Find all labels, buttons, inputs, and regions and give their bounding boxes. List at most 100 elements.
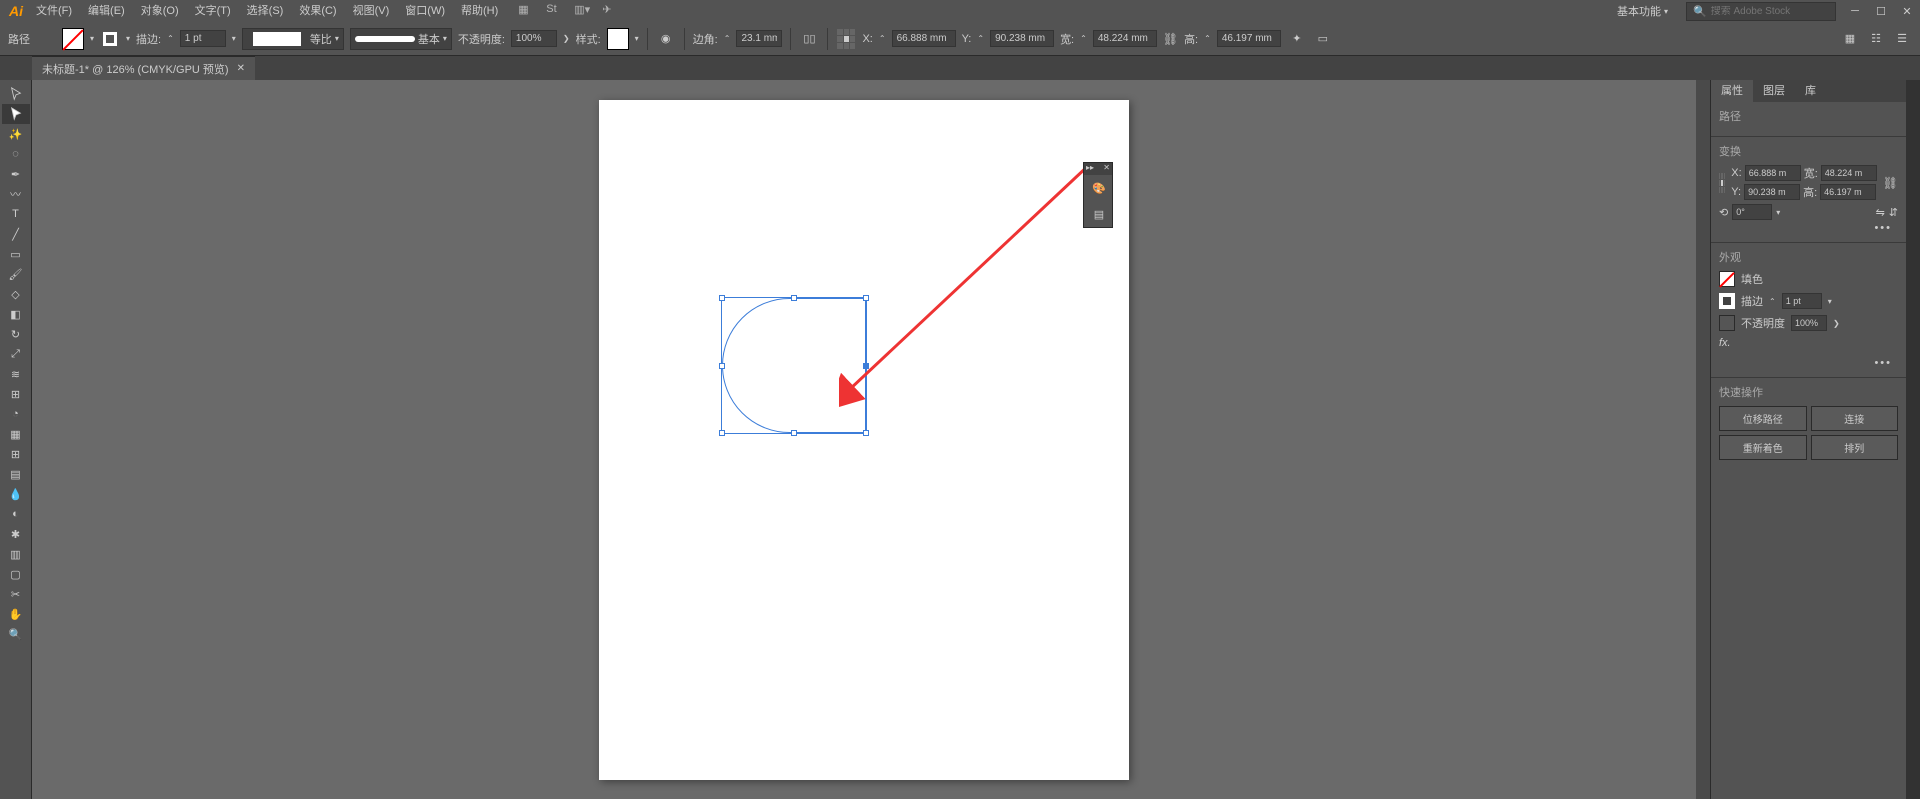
direct-selection-tool[interactable] [2,104,30,124]
options-icon[interactable]: ☰ [1892,29,1912,49]
panel-stroke-swatch[interactable] [1719,293,1735,309]
gradient-tool[interactable]: ▤ [2,464,30,484]
maximize-button[interactable]: ☐ [1872,4,1890,18]
x-input[interactable] [892,30,956,47]
menu-help[interactable]: 帮助(H) [453,0,506,22]
variable-width-profile[interactable]: 等比 ▾ [242,28,344,50]
pen-tool[interactable]: ✒ [2,164,30,184]
shape-builder-tool[interactable]: ◔ [2,404,30,424]
h-stepper[interactable]: ⌃ [1204,34,1211,43]
menu-file[interactable]: 文件(F) [28,0,80,22]
stroke-swatch-dropdown[interactable]: ▾ [126,34,130,43]
tab-libraries[interactable]: 库 [1795,80,1826,102]
rectangle-tool[interactable]: ▭ [2,244,30,264]
menu-view[interactable]: 视图(V) [345,0,398,22]
stroke-swatch[interactable] [100,29,120,49]
edit-icon[interactable]: ☷ [1866,29,1886,49]
lock-proportions-icon[interactable]: ⛓ [1883,176,1898,190]
close-icon[interactable]: ✕ [1103,163,1110,175]
x-stepper[interactable]: ⌃ [879,34,886,43]
handle-br[interactable] [863,430,869,436]
panel-x-input[interactable] [1745,165,1801,181]
lasso-tool[interactable]: ◌ [2,144,30,164]
constrain-proportions-icon[interactable]: ⛓ [1163,32,1178,46]
fill-swatch-dropdown[interactable]: ▾ [90,34,94,43]
minimize-button[interactable]: ─ [1846,4,1864,18]
h-input[interactable] [1217,30,1281,47]
brush-definition[interactable]: 基本 ▾ [350,28,452,50]
fill-swatch[interactable] [62,28,84,50]
recolor-artwork-icon[interactable]: ◉ [656,29,676,49]
properties-panel-icon[interactable]: ▤ [1084,201,1114,227]
menu-window[interactable]: 窗口(W) [397,0,453,22]
curvature-tool[interactable]: 〰 [2,184,30,204]
corner-radius-input[interactable] [736,30,782,47]
workspace-switcher[interactable]: 基本功能 ▾ [1607,3,1678,19]
symbol-sprayer-tool[interactable]: ✱ [2,524,30,544]
free-transform-tool[interactable]: ⊞ [2,384,30,404]
panel-opacity-input[interactable] [1791,315,1827,331]
transform-icon[interactable]: ▭ [1313,29,1333,49]
close-window-button[interactable]: ✕ [1898,4,1916,18]
perspective-grid-tool[interactable]: ▦ [2,424,30,444]
align-icon[interactable]: ▯▯ [799,29,819,49]
width-tool[interactable]: ≋ [2,364,30,384]
blend-tool[interactable]: ◐ [2,504,30,524]
join-button[interactable]: 连接 [1811,406,1899,431]
rotate-dropdown[interactable]: ▾ [1776,208,1780,217]
artboard[interactable]: ▸▸✕ 🎨 ▤ [599,100,1129,780]
handle-ml[interactable] [719,363,725,369]
isolate-icon[interactable]: ▦ [1840,29,1860,49]
eyedropper-tool[interactable]: 💧 [2,484,30,504]
arrange-button[interactable]: 排列 [1811,435,1899,460]
canvas[interactable]: ▸▸✕ 🎨 ▤ [32,80,1696,799]
flip-vertical-icon[interactable]: ⇵ [1889,206,1898,219]
floating-panel[interactable]: ▸▸✕ 🎨 ▤ [1083,162,1113,228]
color-panel-icon[interactable]: 🎨 [1084,175,1114,201]
type-tool[interactable]: T [2,204,30,224]
menu-effect[interactable]: 效果(C) [291,0,344,22]
hand-tool[interactable]: ✋ [2,604,30,624]
stroke-weight-down[interactable]: ⌃ [167,34,174,43]
offset-path-button[interactable]: 位移路径 [1719,406,1807,431]
rotate-tool[interactable]: ↻ [2,324,30,344]
column-graph-tool[interactable]: ▥ [2,544,30,564]
selected-path[interactable] [721,297,867,434]
stroke-weight-input[interactable] [180,30,226,47]
panel-w-input[interactable] [1821,165,1877,181]
panel-h-input[interactable] [1820,184,1876,200]
recolor-button[interactable]: 重新着色 [1719,435,1807,460]
panel-stroke-input[interactable] [1782,293,1822,309]
slice-tool[interactable]: ✂ [2,584,30,604]
reference-point-icon[interactable] [836,29,856,49]
transform-more-icon[interactable]: ••• [1719,220,1898,236]
appearance-more-icon[interactable]: ••• [1719,355,1898,371]
stroke-weight-dropdown[interactable]: ▾ [232,34,236,43]
w-input[interactable] [1093,30,1157,47]
search-input[interactable] [1711,6,1829,17]
eraser-tool[interactable]: ◧ [2,304,30,324]
panel-opacity-swatch[interactable] [1719,315,1735,331]
tab-layers[interactable]: 图层 [1753,80,1795,102]
y-input[interactable] [990,30,1054,47]
handle-tl[interactable] [719,295,725,301]
arrange-documents-icon[interactable]: ▥▾ [574,3,590,19]
menu-select[interactable]: 选择(S) [239,0,292,22]
selection-tool[interactable] [2,84,30,104]
w-stepper[interactable]: ⌃ [1080,34,1087,43]
panel-fill-swatch[interactable] [1719,271,1735,287]
gpu-icon[interactable]: ✈ [602,3,618,19]
line-tool[interactable]: ╱ [2,224,30,244]
magic-wand-tool[interactable]: ✨ [2,124,30,144]
menu-type[interactable]: 文字(T) [187,0,239,22]
style-dropdown[interactable]: ▾ [635,34,639,43]
mesh-tool[interactable]: ⊞ [2,444,30,464]
flip-horizontal-icon[interactable]: ⇋ [1876,206,1885,219]
graphic-style-swatch[interactable] [607,28,629,50]
adobe-stock-search[interactable]: 🔍 [1686,2,1836,21]
handle-bm[interactable] [791,430,797,436]
shaper-tool[interactable]: ◇ [2,284,30,304]
panel-opacity-dropdown[interactable]: ❯ [1833,319,1840,328]
panel-stroke-stepper[interactable]: ⌃ [1769,297,1776,306]
handle-tr[interactable] [863,295,869,301]
